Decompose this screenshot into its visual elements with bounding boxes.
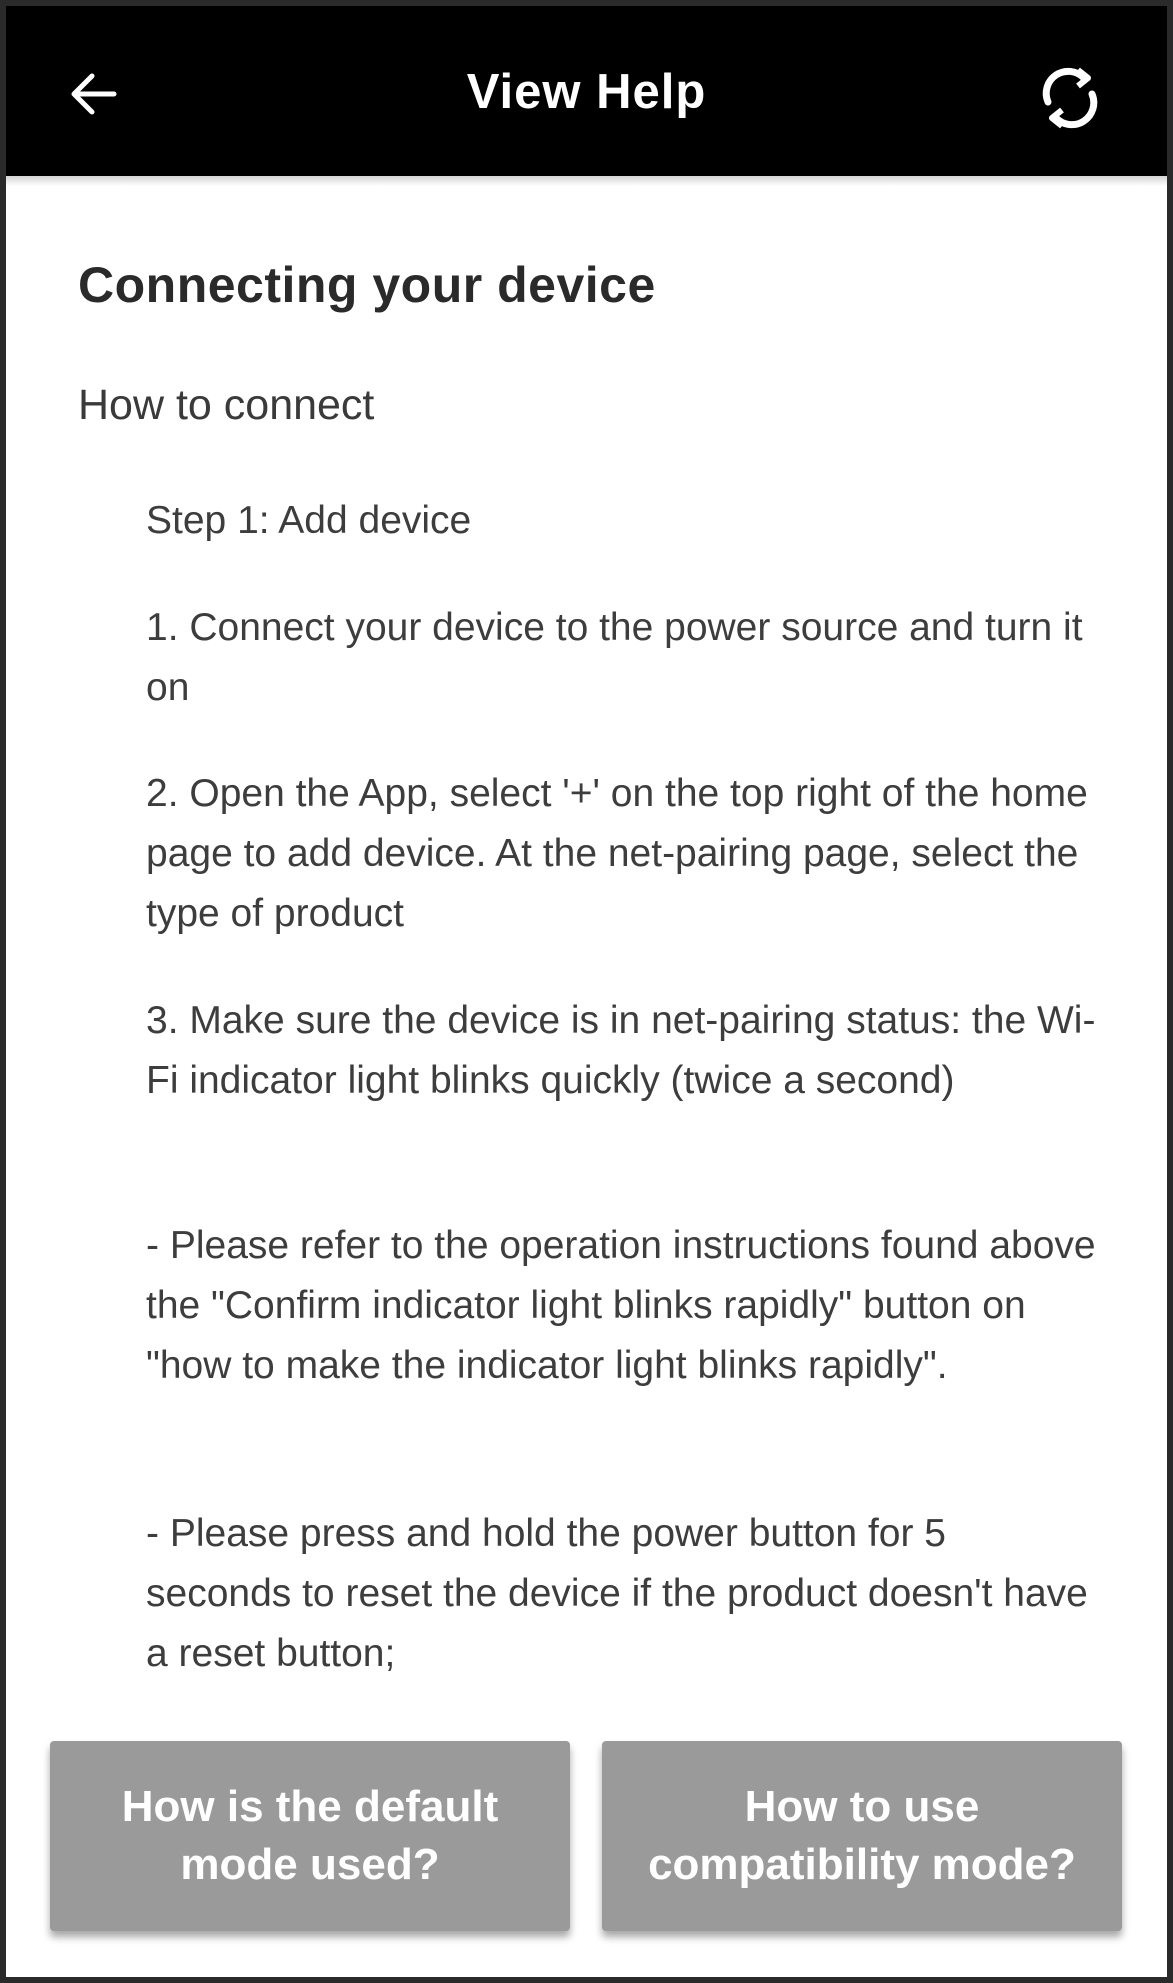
top-bar: View Help: [6, 6, 1167, 176]
default-mode-button[interactable]: How is the default mode used?: [50, 1741, 570, 1931]
step-heading: Step 1: Add device: [146, 499, 472, 542]
instruction-2: 2. Open the App, select '+' on the top r…: [146, 772, 1088, 935]
instruction-1: 1. Connect your device to the power sour…: [146, 606, 1083, 709]
section-subtitle: How to connect: [78, 381, 375, 429]
section-title: Connecting your device: [78, 257, 656, 313]
compatibility-mode-button[interactable]: How to use compatibility mode?: [602, 1741, 1122, 1931]
page-title: View Help: [466, 65, 707, 119]
refresh-icon: [1042, 67, 1098, 129]
header-shadow: [6, 176, 1167, 186]
note-reset: - Please press and hold the power button…: [146, 1512, 1088, 1675]
note-indicator: - Please refer to the operation instruct…: [146, 1224, 1096, 1387]
instruction-3: 3. Make sure the device is in net-pairin…: [146, 999, 1096, 1102]
app-frame: View Help Connecting your device How to …: [0, 0, 1173, 1983]
refresh-button[interactable]: [1034, 62, 1106, 134]
